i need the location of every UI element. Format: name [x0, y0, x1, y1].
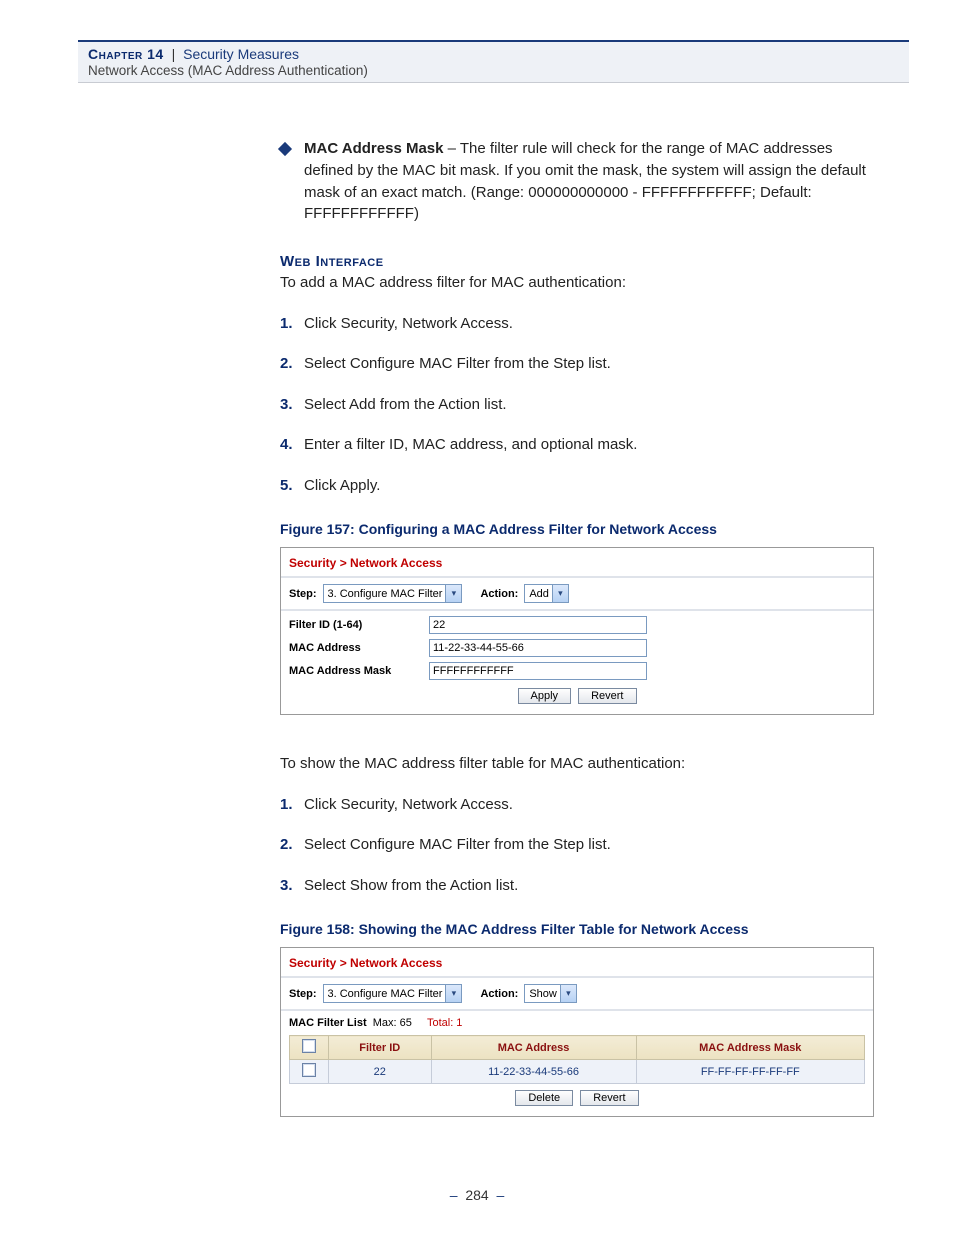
- step-text: Click Security, Network Access.: [304, 794, 513, 817]
- checkbox-icon[interactable]: [302, 1039, 316, 1053]
- step-text: Enter a filter ID, MAC address, and opti…: [304, 434, 637, 457]
- figure-157-caption: Figure 157: Configuring a MAC Address Fi…: [280, 521, 874, 537]
- col-mac-address: MAC Address: [431, 1036, 636, 1060]
- chapter-label: Chapter 14: [88, 46, 164, 62]
- cell-filter-id: 22: [329, 1060, 432, 1084]
- chevron-down-icon: ▾: [560, 985, 576, 1002]
- cell-mac-mask: FF-FF-FF-FF-FF-FF: [636, 1060, 864, 1084]
- select-all-header[interactable]: [290, 1036, 329, 1060]
- checkbox-icon[interactable]: [302, 1063, 316, 1077]
- apply-button[interactable]: Apply: [518, 688, 572, 704]
- step-num: 4.: [280, 434, 304, 457]
- step-select-value: 3. Configure MAC Filter: [328, 588, 443, 600]
- crumb-separator: |: [172, 46, 176, 62]
- list-label: MAC Filter List: [289, 1017, 367, 1029]
- action-select[interactable]: Show ▾: [524, 984, 577, 1003]
- action-label: Action:: [480, 588, 518, 600]
- chevron-down-icon: ▾: [445, 985, 461, 1002]
- chapter-subtitle: Network Access (MAC Address Authenticati…: [88, 63, 899, 78]
- filter-id-label: Filter ID (1-64): [289, 619, 429, 631]
- diamond-bullet-icon: [278, 142, 292, 156]
- action-select-value: Show: [529, 988, 557, 1000]
- intro-show: To show the MAC address filter table for…: [280, 753, 874, 776]
- breadcrumb: Security > Network Access: [289, 556, 865, 570]
- cell-mac-address: 11-22-33-44-55-66: [431, 1060, 636, 1084]
- action-select[interactable]: Add ▾: [524, 584, 569, 603]
- mac-filter-table: Filter ID MAC Address MAC Address Mask 2…: [289, 1035, 865, 1084]
- col-mac-mask: MAC Address Mask: [636, 1036, 864, 1060]
- page-number: – 284 –: [0, 1187, 954, 1203]
- step-label: Step:: [289, 988, 317, 1000]
- chapter-title: Security Measures: [183, 46, 299, 62]
- chevron-down-icon: ▾: [445, 585, 461, 602]
- figure-158-caption: Figure 158: Showing the MAC Address Filt…: [280, 921, 874, 937]
- table-row: 22 11-22-33-44-55-66 FF-FF-FF-FF-FF-FF: [290, 1060, 865, 1084]
- step-num: 3.: [280, 875, 304, 898]
- revert-button[interactable]: Revert: [578, 688, 636, 704]
- col-filter-id: Filter ID: [329, 1036, 432, 1060]
- action-label: Action:: [480, 988, 518, 1000]
- step-label: Step:: [289, 588, 317, 600]
- step-num: 3.: [280, 394, 304, 417]
- step-select[interactable]: 3. Configure MAC Filter ▾: [323, 984, 463, 1003]
- step-num: 1.: [280, 794, 304, 817]
- steps-show: 1.Click Security, Network Access. 2.Sele…: [280, 794, 874, 898]
- filter-id-input[interactable]: [429, 616, 647, 634]
- breadcrumb: Security > Network Access: [289, 956, 865, 970]
- page-number-value: 284: [465, 1187, 488, 1203]
- page-header: Chapter 14 | Security Measures Network A…: [78, 42, 909, 83]
- bullet-term: MAC Address Mask: [304, 140, 443, 157]
- screenshot-add-filter: Security > Network Access Step: 3. Confi…: [280, 547, 874, 715]
- step-num: 2.: [280, 353, 304, 376]
- revert-button[interactable]: Revert: [580, 1090, 638, 1106]
- mac-mask-input[interactable]: [429, 662, 647, 680]
- steps-add: 1.Click Security, Network Access. 2.Sele…: [280, 313, 874, 498]
- delete-button[interactable]: Delete: [515, 1090, 573, 1106]
- mac-address-label: MAC Address: [289, 642, 429, 654]
- step-num: 1.: [280, 313, 304, 336]
- step-text: Select Add from the Action list.: [304, 394, 507, 417]
- row-checkbox-cell[interactable]: [290, 1060, 329, 1084]
- step-num: 2.: [280, 834, 304, 857]
- chevron-down-icon: ▾: [552, 585, 568, 602]
- list-total: Total: 1: [427, 1017, 462, 1029]
- mac-mask-label: MAC Address Mask: [289, 665, 429, 677]
- screenshot-show-filter: Security > Network Access Step: 3. Confi…: [280, 947, 874, 1117]
- step-text: Click Apply.: [304, 475, 380, 498]
- table-header-row: Filter ID MAC Address MAC Address Mask: [290, 1036, 865, 1060]
- action-select-value: Add: [529, 588, 549, 600]
- step-text: Select Configure MAC Filter from the Ste…: [304, 353, 611, 376]
- web-interface-heading: Web Interface: [280, 253, 874, 270]
- list-max: Max: 65: [373, 1017, 412, 1029]
- step-select[interactable]: 3. Configure MAC Filter ▾: [323, 584, 463, 603]
- step-num: 5.: [280, 475, 304, 498]
- step-select-value: 3. Configure MAC Filter: [328, 988, 443, 1000]
- mac-address-input[interactable]: [429, 639, 647, 657]
- intro-add: To add a MAC address filter for MAC auth…: [280, 272, 874, 295]
- step-text: Select Configure MAC Filter from the Ste…: [304, 834, 611, 857]
- step-text: Select Show from the Action list.: [304, 875, 518, 898]
- bullet-item: MAC Address Mask – The filter rule will …: [280, 138, 874, 225]
- step-text: Click Security, Network Access.: [304, 313, 513, 336]
